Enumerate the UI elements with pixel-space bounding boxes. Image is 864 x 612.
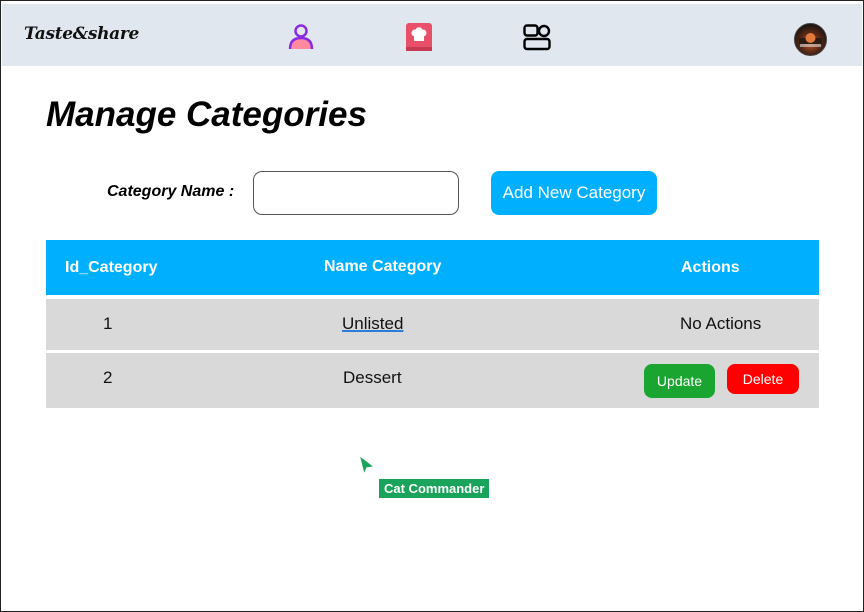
- collaborator-name-tag: Cat Commander: [379, 479, 490, 498]
- add-new-category-button[interactable]: Add New Category: [491, 171, 657, 215]
- cell-id: 2: [103, 368, 113, 387]
- app-window: Taste&share Manage Categories Category N…: [0, 0, 864, 612]
- cell-id: 1: [103, 314, 113, 333]
- table-header: Id_Category Name Category Actions: [46, 240, 819, 295]
- column-header-name: Name Category: [324, 258, 442, 275]
- dashboard-icon[interactable]: [522, 22, 552, 52]
- category-name-label: Category Name :: [107, 183, 235, 200]
- table-row: 1 Unlisted No Actions: [46, 299, 819, 350]
- category-name-input[interactable]: [253, 171, 459, 215]
- cell-name: Dessert: [343, 368, 402, 387]
- delete-button[interactable]: Delete: [727, 364, 799, 394]
- avatar[interactable]: [794, 23, 827, 56]
- page-title: Manage Categories: [46, 95, 367, 134]
- update-button[interactable]: Update: [644, 364, 715, 398]
- cell-no-actions: No Actions: [680, 314, 762, 333]
- user-icon[interactable]: [286, 22, 316, 52]
- brand-logo[interactable]: Taste&share: [24, 24, 139, 44]
- chef-book-icon[interactable]: [404, 22, 434, 52]
- column-header-actions: Actions: [681, 259, 740, 276]
- top-navbar: Taste&share: [2, 4, 862, 66]
- column-header-id: Id_Category: [65, 259, 158, 276]
- collaborator-cursor-icon: [356, 453, 378, 477]
- cell-name: Unlisted: [342, 314, 404, 333]
- table-row: 2 Dessert Update Delete: [46, 353, 819, 408]
